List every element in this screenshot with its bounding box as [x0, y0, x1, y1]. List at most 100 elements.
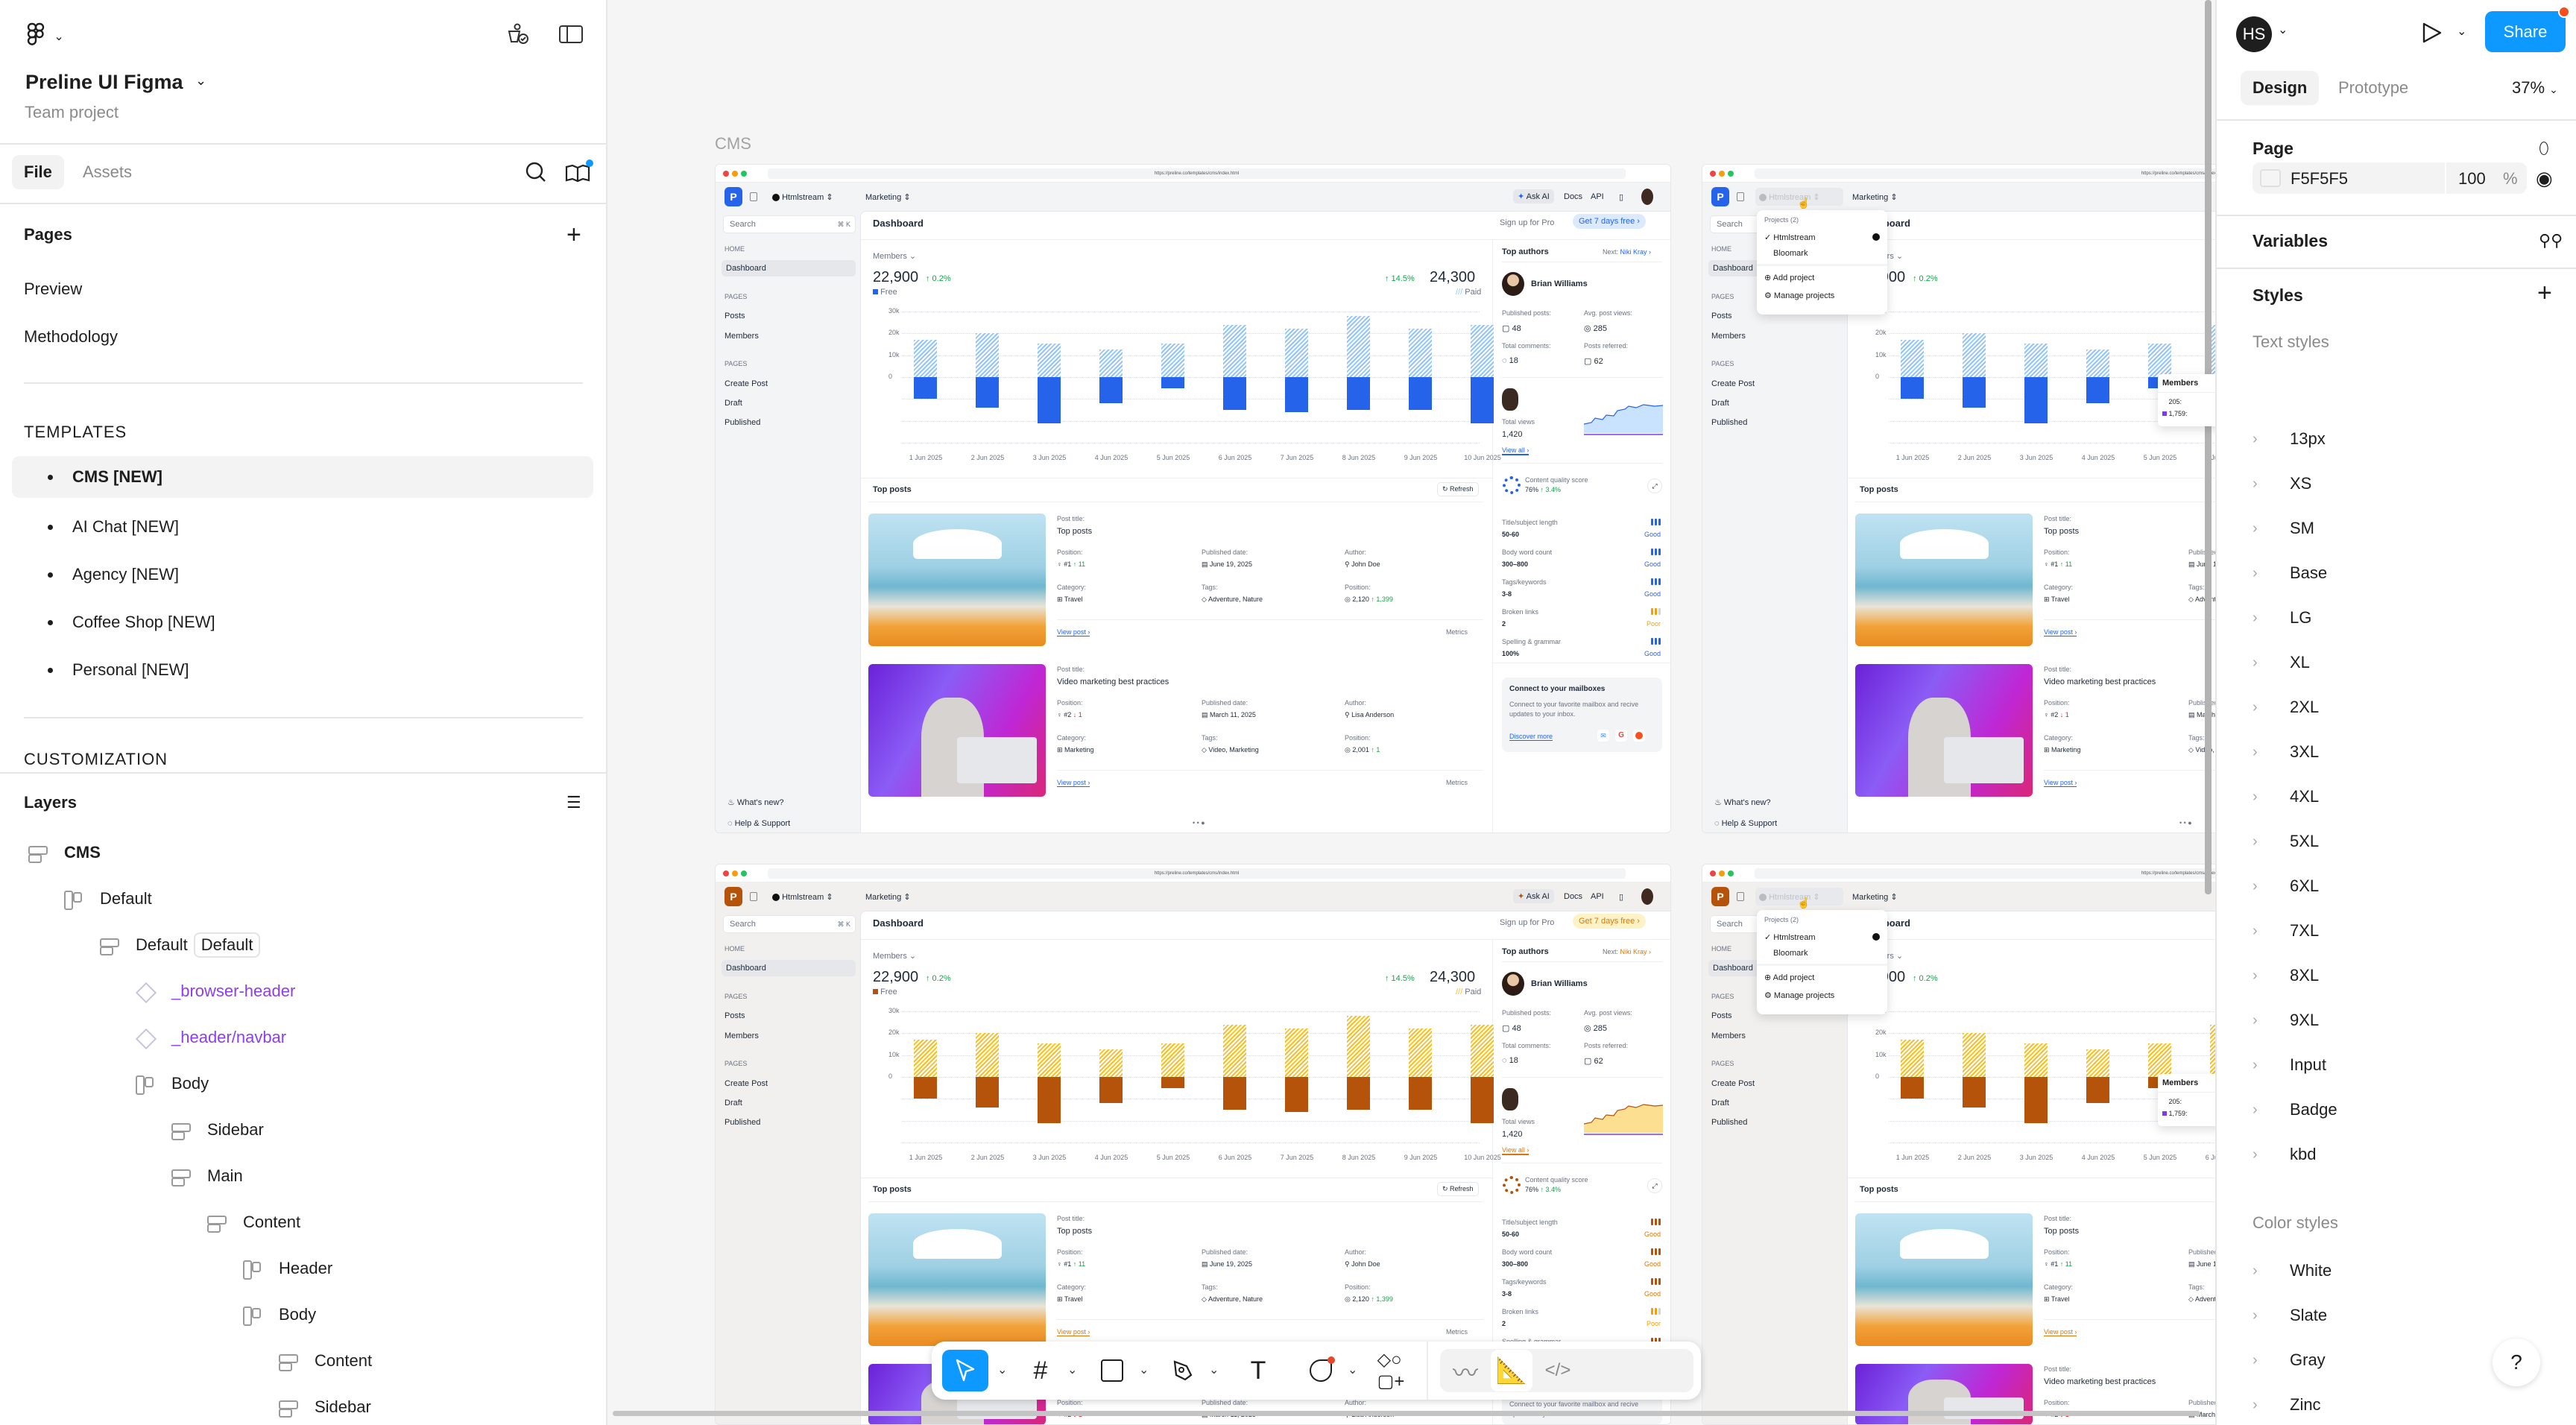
resources-button[interactable]	[507, 22, 531, 50]
file-title[interactable]: Preline UI Figma	[25, 71, 183, 94]
pages-heading: Pages	[24, 225, 72, 244]
chevron-down-icon[interactable]: ⌄	[1139, 1362, 1149, 1377]
text-style-item[interactable]: ›2XL	[2253, 698, 2319, 717]
page-item-ai-chat[interactable]: AI Chat [NEW]	[12, 506, 593, 548]
layer-row[interactable]: Sidebar	[279, 1392, 371, 1422]
color-style-item[interactable]: ›White	[2253, 1261, 2332, 1280]
add-style-button[interactable]: +	[2537, 279, 2552, 308]
chevron-down-icon[interactable]: ⌄	[1067, 1362, 1077, 1377]
page-styles-icon[interactable]: ⬯	[2539, 139, 2549, 158]
collapse-layers-button[interactable]: ☰	[566, 793, 581, 812]
layer-row[interactable]: _header/navbar	[136, 1023, 286, 1052]
layer-row[interactable]: Main	[171, 1161, 243, 1191]
text-style-item[interactable]: ›13px	[2253, 429, 2326, 449]
text-style-item[interactable]: ›kbd	[2253, 1145, 2316, 1164]
text-style-item[interactable]: ›5XL	[2253, 832, 2319, 851]
dev-mode-button[interactable]: </>	[1537, 1350, 1579, 1391]
layer-row[interactable]: Content	[207, 1207, 300, 1237]
present-button[interactable]	[2419, 21, 2443, 48]
text-style-item[interactable]: ›6XL	[2253, 876, 2319, 896]
rectangle-tool[interactable]	[1091, 1350, 1133, 1391]
tab-file[interactable]: File	[12, 155, 64, 189]
vertical-scrollbar[interactable]	[2205, 0, 2212, 894]
layer-row[interactable]: Body	[243, 1300, 316, 1330]
move-tool[interactable]	[942, 1350, 988, 1391]
share-button[interactable]: Share	[2485, 11, 2566, 52]
color-style-item[interactable]: ›Gray	[2253, 1350, 2326, 1370]
page-item-coffee-shop[interactable]: Coffee Shop [NEW]	[12, 601, 593, 643]
color-style-item[interactable]: ›Slate	[2253, 1306, 2327, 1325]
user-avatar[interactable]: HS	[2236, 16, 2272, 52]
text-style-item[interactable]: ›Badge	[2253, 1100, 2337, 1119]
actions-tool[interactable]: ◇○▢+	[1370, 1350, 1412, 1391]
chevron-down-icon[interactable]: ⌄	[2278, 22, 2288, 37]
text-style-item[interactable]: ›LG	[2253, 608, 2311, 628]
pagination-dots: • • ●	[1193, 819, 1205, 827]
present-options-chevron[interactable]: ⌄	[2457, 24, 2466, 39]
cms-frame-blue-dropdown[interactable]: https://preline.co/templates/cms/index.h…	[1702, 164, 2215, 833]
layer-row[interactable]: CMS	[28, 838, 101, 868]
page-item-methodology[interactable]: Methodology	[24, 327, 118, 347]
metric-rating: Good	[1644, 560, 1661, 568]
y-tick-label: 20k	[1875, 329, 1887, 336]
page-item-templates-heading[interactable]: TEMPLATES	[24, 423, 127, 442]
file-menu-chevron-icon[interactable]: ⌄	[195, 73, 206, 89]
chevron-down-icon[interactable]: ⌄	[1348, 1362, 1357, 1377]
tab-design[interactable]: Design	[2241, 71, 2319, 105]
opacity-input[interactable]: 100	[2458, 169, 2486, 189]
page-item-preview[interactable]: Preview	[24, 279, 82, 299]
color-hex-input[interactable]: F5F5F5	[2291, 169, 2348, 189]
layer-row[interactable]: DefaultDefault	[100, 930, 260, 960]
canvas[interactable]: CMS https://preline.co/templates/cms/ind…	[609, 0, 2215, 1425]
text-style-item[interactable]: ›SM	[2253, 519, 2314, 538]
layer-row[interactable]: Content	[279, 1346, 372, 1376]
cms-frame-orange-dropdown[interactable]: https://preline.co/templates/cms/index.h…	[1702, 864, 2215, 1425]
page-color-field[interactable]: F5F5F5 100 %	[2253, 162, 2527, 194]
text-style-item[interactable]: ›Input	[2253, 1055, 2326, 1075]
text-style-item[interactable]: ›3XL	[2253, 742, 2319, 762]
layer-row[interactable]: Header	[243, 1254, 332, 1283]
layer-row[interactable]: Body	[136, 1069, 209, 1099]
frame-tool[interactable]: #	[1020, 1350, 1061, 1391]
page-item-personal[interactable]: Personal [NEW]	[12, 649, 593, 691]
text-style-item[interactable]: ›7XL	[2253, 921, 2319, 941]
layer-row[interactable]: Default	[64, 884, 152, 914]
library-button[interactable]	[565, 162, 590, 187]
tab-assets[interactable]: Assets	[71, 155, 144, 189]
shape-comment-tool[interactable]	[1300, 1350, 1342, 1391]
toggle-sidebar-button[interactable]	[559, 25, 583, 43]
tab-prototype[interactable]: Prototype	[2338, 78, 2408, 98]
color-swatch[interactable]	[2260, 169, 2281, 187]
chevron-down-icon[interactable]: ⌄	[997, 1362, 1007, 1377]
text-style-item[interactable]: ›Base	[2253, 563, 2327, 583]
chevron-down-icon[interactable]: ⌄	[1209, 1362, 1219, 1377]
pen-tool[interactable]	[1161, 1350, 1203, 1391]
horizontal-scrollbar[interactable]	[613, 1411, 2200, 1416]
page-item-customization-heading[interactable]: CUSTOMIZATION	[24, 750, 168, 769]
frame-label[interactable]: CMS	[715, 134, 751, 154]
text-style-item[interactable]: ›XL	[2253, 653, 2310, 672]
layer-row[interactable]: _browser-header	[136, 976, 295, 1006]
help-button[interactable]: ?	[2493, 1339, 2540, 1386]
color-style-item[interactable]: ›Zinc	[2253, 1395, 2321, 1415]
text-tool[interactable]: T	[1237, 1350, 1279, 1391]
text-style-item[interactable]: ›XS	[2253, 474, 2311, 493]
draw-mode-button[interactable]: 〰	[1445, 1350, 1486, 1391]
variables-settings-icon[interactable]: ⚲⚲	[2539, 231, 2563, 250]
text-style-item[interactable]: ›8XL	[2253, 966, 2319, 985]
cms-frame-blue[interactable]: https://preline.co/templates/cms/index.h…	[715, 164, 1671, 833]
figma-menu-button[interactable]: ⌄	[25, 22, 64, 52]
text-style-item[interactable]: ›4XL	[2253, 787, 2319, 806]
metric-value: 2	[1502, 1320, 1506, 1327]
text-style-item[interactable]: ›9XL	[2253, 1011, 2319, 1030]
page-item-cms[interactable]: CMS [NEW]	[12, 456, 593, 498]
eye-icon[interactable]: ◉	[2536, 167, 2553, 190]
page-item-agency[interactable]: Agency [NEW]	[12, 554, 593, 595]
search-button[interactable]	[525, 161, 547, 187]
zoom-dropdown[interactable]: 37% ⌄	[2512, 78, 2558, 98]
add-page-button[interactable]: +	[566, 221, 581, 250]
design-mode-button[interactable]: 📐	[1491, 1350, 1532, 1391]
layer-row[interactable]: Sidebar	[171, 1115, 264, 1145]
post-label: Tags:	[1202, 734, 1218, 742]
bar-paid	[1963, 1033, 1986, 1077]
